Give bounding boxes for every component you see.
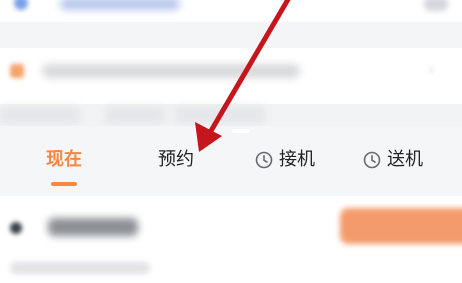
location-text-blurred [48, 218, 138, 236]
clock-icon [363, 151, 381, 169]
tab-airport-pickup-label: 接机 [279, 149, 315, 170]
tab-airport-dropoff-label: 送机 [387, 149, 423, 170]
top-banner [0, 0, 462, 22]
tab-airport-dropoff[interactable]: 送机 [363, 146, 423, 174]
notice-icon [10, 64, 24, 78]
tab-now-label: 现在 [46, 149, 82, 170]
banner-text-blurred [60, 0, 180, 10]
notice-card[interactable]: › [0, 48, 462, 104]
location-card[interactable] [0, 196, 462, 283]
secondary-text-blurred [10, 262, 150, 274]
action-button-blurred[interactable] [340, 208, 462, 244]
blurred-overlay-strip [0, 104, 462, 126]
blurred-block [175, 106, 265, 124]
tab-reservation-label: 预约 [158, 149, 194, 170]
section-gap [0, 22, 462, 48]
blurred-block [0, 106, 80, 124]
notice-text-blurred [42, 64, 300, 78]
banner-icon [14, 0, 28, 10]
banner-action-blurred [424, 0, 448, 11]
location-dot-icon [10, 222, 22, 234]
active-tab-indicator [51, 182, 77, 186]
clock-icon [255, 151, 273, 169]
tab-reservation[interactable]: 预约 [158, 146, 194, 174]
tab-airport-pickup[interactable]: 接机 [255, 146, 315, 174]
drag-handle[interactable] [232, 129, 250, 133]
blurred-block [105, 106, 165, 124]
service-tab-bar: 现在 预约 接机 送机 [0, 126, 462, 196]
tab-now[interactable]: 现在 [46, 146, 82, 174]
chevron-right-icon: › [428, 60, 435, 79]
